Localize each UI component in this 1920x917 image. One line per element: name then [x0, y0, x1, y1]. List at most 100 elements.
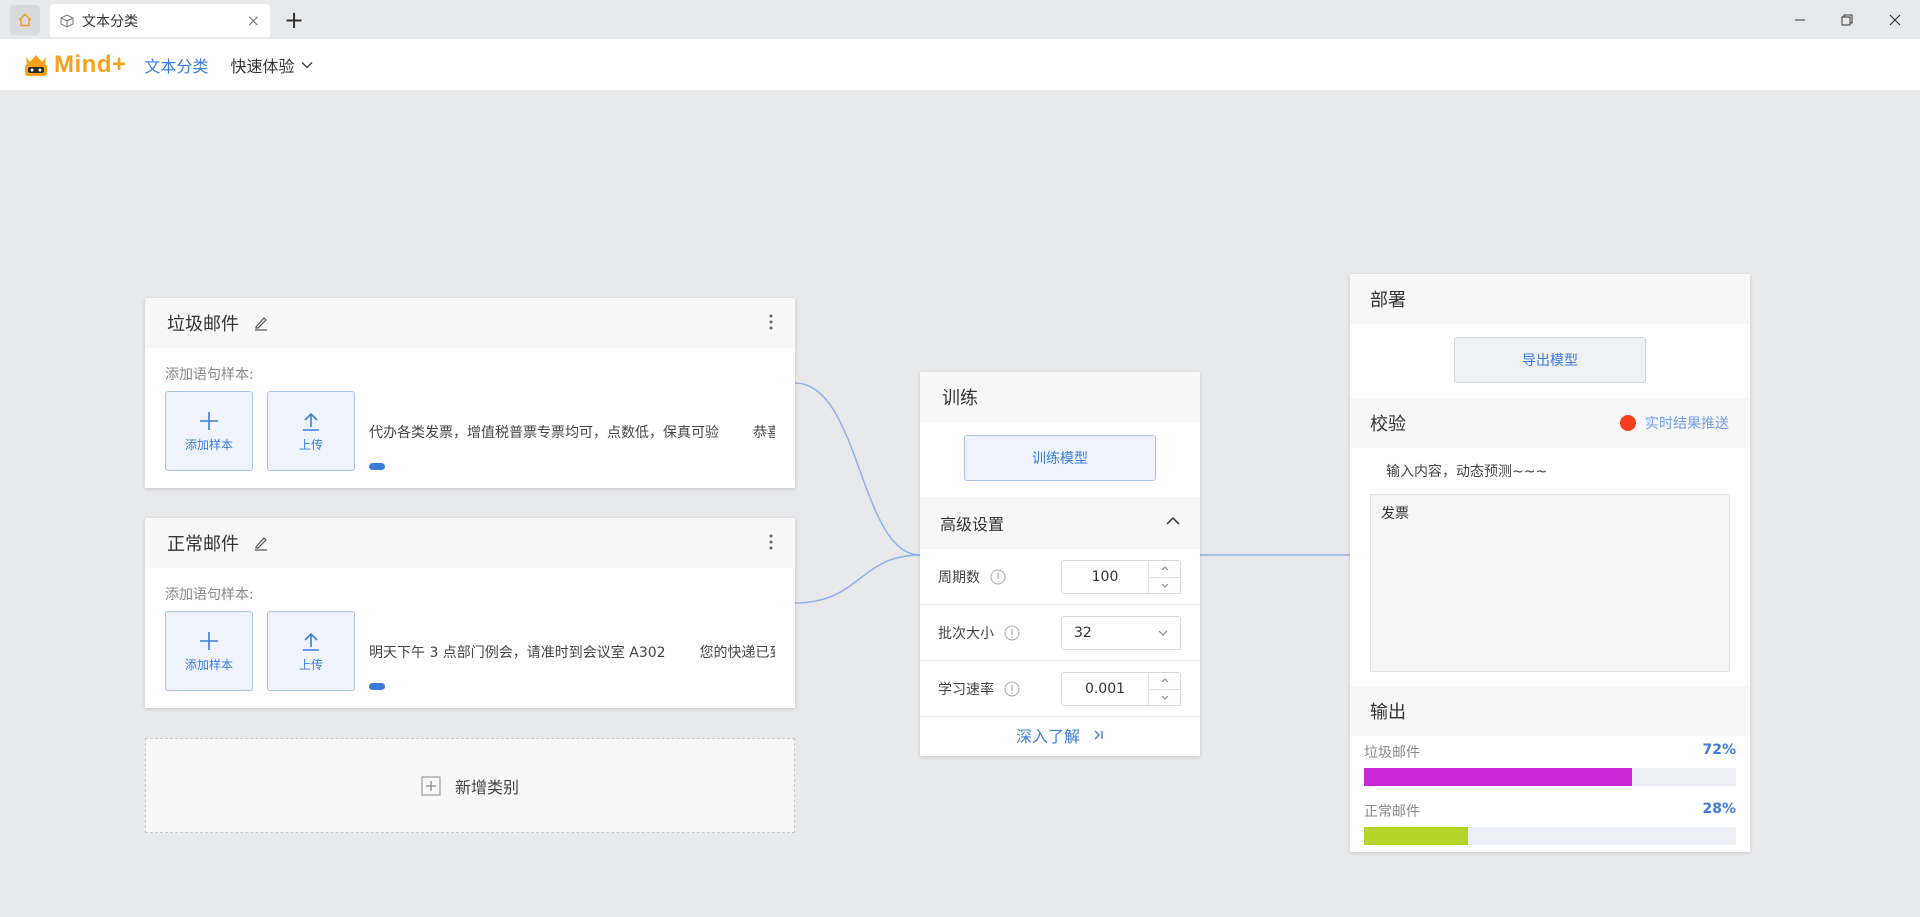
param-batch-size: 批次大小 32: [920, 605, 1200, 661]
train-model-button[interactable]: 训练模型: [964, 435, 1156, 481]
more-options-icon[interactable]: [769, 313, 773, 331]
stepper-value[interactable]: 0.001: [1062, 673, 1148, 705]
stepper-value[interactable]: 100: [1062, 561, 1148, 593]
add-sample-label: 添加样本: [184, 657, 233, 672]
edit-icon[interactable]: [253, 315, 269, 331]
add-class-button[interactable]: 新增类别: [145, 738, 795, 833]
sample-list: 代办各类发票，增值税普票专票均可，点数低，保真可验 恭喜: [369, 422, 775, 442]
add-sample-label: 添加样本: [184, 437, 233, 452]
add-class-label: 新增类别: [454, 777, 519, 797]
sample-item[interactable]: 明天下午 3 点部门例会，请准时到会议室 A302: [369, 645, 666, 661]
upload-button[interactable]: 上传: [267, 611, 355, 691]
export-model-button[interactable]: 导出模型: [1454, 337, 1646, 383]
learn-more-label: 深入了解: [1015, 727, 1080, 746]
logo-text: Mind+: [54, 50, 127, 78]
deploy-title: 部署: [1350, 274, 1750, 324]
sample-item[interactable]: 恭喜: [753, 425, 775, 441]
edit-icon[interactable]: [253, 535, 269, 551]
param-label: 学习速率: [938, 681, 994, 698]
increment-icon[interactable]: [1149, 561, 1180, 577]
plus-box-icon: [421, 776, 441, 795]
upload-label: 上传: [298, 437, 323, 452]
realtime-toggle[interactable]: [1620, 415, 1636, 431]
learn-more-link[interactable]: 深入了解: [920, 723, 1200, 747]
sample-label: 添加语句样本:: [165, 367, 254, 383]
add-sample-button[interactable]: 添加样本: [165, 611, 253, 691]
param-label: 周期数: [938, 569, 980, 586]
plus-icon: [200, 411, 218, 430]
new-tab-button[interactable]: +: [280, 6, 308, 34]
predict-input[interactable]: [1370, 494, 1730, 672]
class-name: 垃圾邮件: [167, 314, 239, 335]
sample-scrollbar[interactable]: [369, 463, 385, 470]
class-card-header: 正常邮件: [145, 518, 795, 568]
param-learning-rate: 学习速率 0.001: [920, 661, 1200, 717]
info-icon[interactable]: [1004, 681, 1020, 697]
class-card-spam: 垃圾邮件 添加语句样本: 添加样本 上传 代办各类发票，增值税普票专票均可，点数…: [145, 298, 795, 488]
deploy-panel: 部署 导出模型 校验 实时结果推送 输入内容，动态预测~~~ 输出 垃圾邮件 7…: [1350, 274, 1750, 852]
menu-item-text-classification[interactable]: 文本分类: [145, 53, 209, 77]
sample-item[interactable]: 您的快递已到: [700, 645, 775, 661]
epochs-stepper[interactable]: 100: [1061, 560, 1181, 594]
home-icon: [18, 13, 32, 27]
class-card-normal: 正常邮件 添加语句样本: 添加样本 上传 明天下午 3 点部门例会，请准时到会议…: [145, 518, 795, 708]
sample-scrollbar[interactable]: [369, 683, 385, 690]
verify-title: 校验: [1370, 414, 1406, 435]
training-title: 训练: [920, 372, 1200, 422]
result-bar-track: [1364, 768, 1736, 786]
close-tab-icon[interactable]: ×: [247, 11, 260, 30]
param-label: 批次大小: [938, 625, 994, 642]
output-title: 输出: [1350, 686, 1750, 736]
decrement-icon[interactable]: [1149, 576, 1180, 594]
close-window-button[interactable]: [1877, 6, 1913, 34]
restore-button[interactable]: [1829, 6, 1865, 34]
home-button[interactable]: [10, 5, 40, 35]
class-card-header: 垃圾邮件: [145, 298, 795, 348]
increment-icon[interactable]: [1149, 673, 1180, 689]
result-label: 正常邮件: [1364, 804, 1420, 820]
tab-text-classification[interactable]: 文本分类 ×: [50, 4, 270, 37]
batch-size-select[interactable]: 32: [1061, 616, 1181, 650]
training-panel: 训练 训练模型 高级设置 周期数 100 批次大小 32 学习速率 0.001 …: [920, 372, 1200, 756]
chevron-down-icon: [1158, 630, 1168, 636]
decrement-icon[interactable]: [1149, 688, 1180, 706]
chevron-down-icon: [301, 61, 312, 68]
more-options-icon[interactable]: [769, 533, 773, 551]
realtime-label[interactable]: 实时结果推送: [1645, 413, 1729, 433]
result-percent: 72%: [1702, 742, 1736, 758]
sample-item[interactable]: 代办各类发票，增值税普票专票均可，点数低，保真可验: [369, 425, 719, 441]
advanced-settings-title: 高级设置: [940, 515, 1005, 534]
advanced-settings-header[interactable]: 高级设置: [920, 497, 1200, 549]
upload-button[interactable]: 上传: [267, 391, 355, 471]
result-percent: 28%: [1702, 801, 1736, 817]
title-bar: 文本分类 × +: [0, 0, 1920, 39]
info-icon[interactable]: [990, 569, 1006, 585]
quick-experience-label: 快速体验: [230, 56, 295, 76]
upload-icon: [303, 632, 319, 651]
result-bar-fill: [1364, 768, 1632, 786]
upload-label: 上传: [298, 657, 323, 672]
learning-rate-stepper[interactable]: 0.001: [1061, 672, 1181, 706]
info-icon[interactable]: [1004, 625, 1020, 641]
add-sample-button[interactable]: 添加样本: [165, 391, 253, 471]
mindplus-logo[interactable]: Mind+: [22, 51, 127, 79]
upload-icon: [303, 412, 319, 431]
chevron-up-icon[interactable]: [1166, 516, 1180, 525]
robot-logo-icon: [25, 54, 47, 76]
select-value: 32: [1074, 625, 1092, 641]
tab-label: 文本分类: [82, 13, 138, 30]
minimize-button[interactable]: [1782, 6, 1818, 34]
menu-item-quick-experience[interactable]: 快速体验: [231, 53, 313, 77]
stepper-arrows: [1148, 673, 1180, 705]
menu-bar: Mind+ 文本分类 快速体验: [0, 39, 1920, 90]
class-name: 正常邮件: [167, 534, 239, 555]
sample-list: 明天下午 3 点部门例会，请准时到会议室 A302 您的快递已到: [369, 642, 775, 662]
verify-header: 校验 实时结果推送: [1350, 398, 1750, 448]
param-epochs: 周期数 100: [920, 549, 1200, 605]
cube-icon: [60, 13, 74, 28]
stepper-arrows: [1148, 561, 1180, 593]
chevron-right-bar-icon: [1094, 730, 1103, 740]
minimize-icon: [1795, 19, 1805, 21]
close-icon: [1889, 14, 1901, 26]
input-hint: 输入内容，动态预测~~~: [1386, 464, 1548, 480]
